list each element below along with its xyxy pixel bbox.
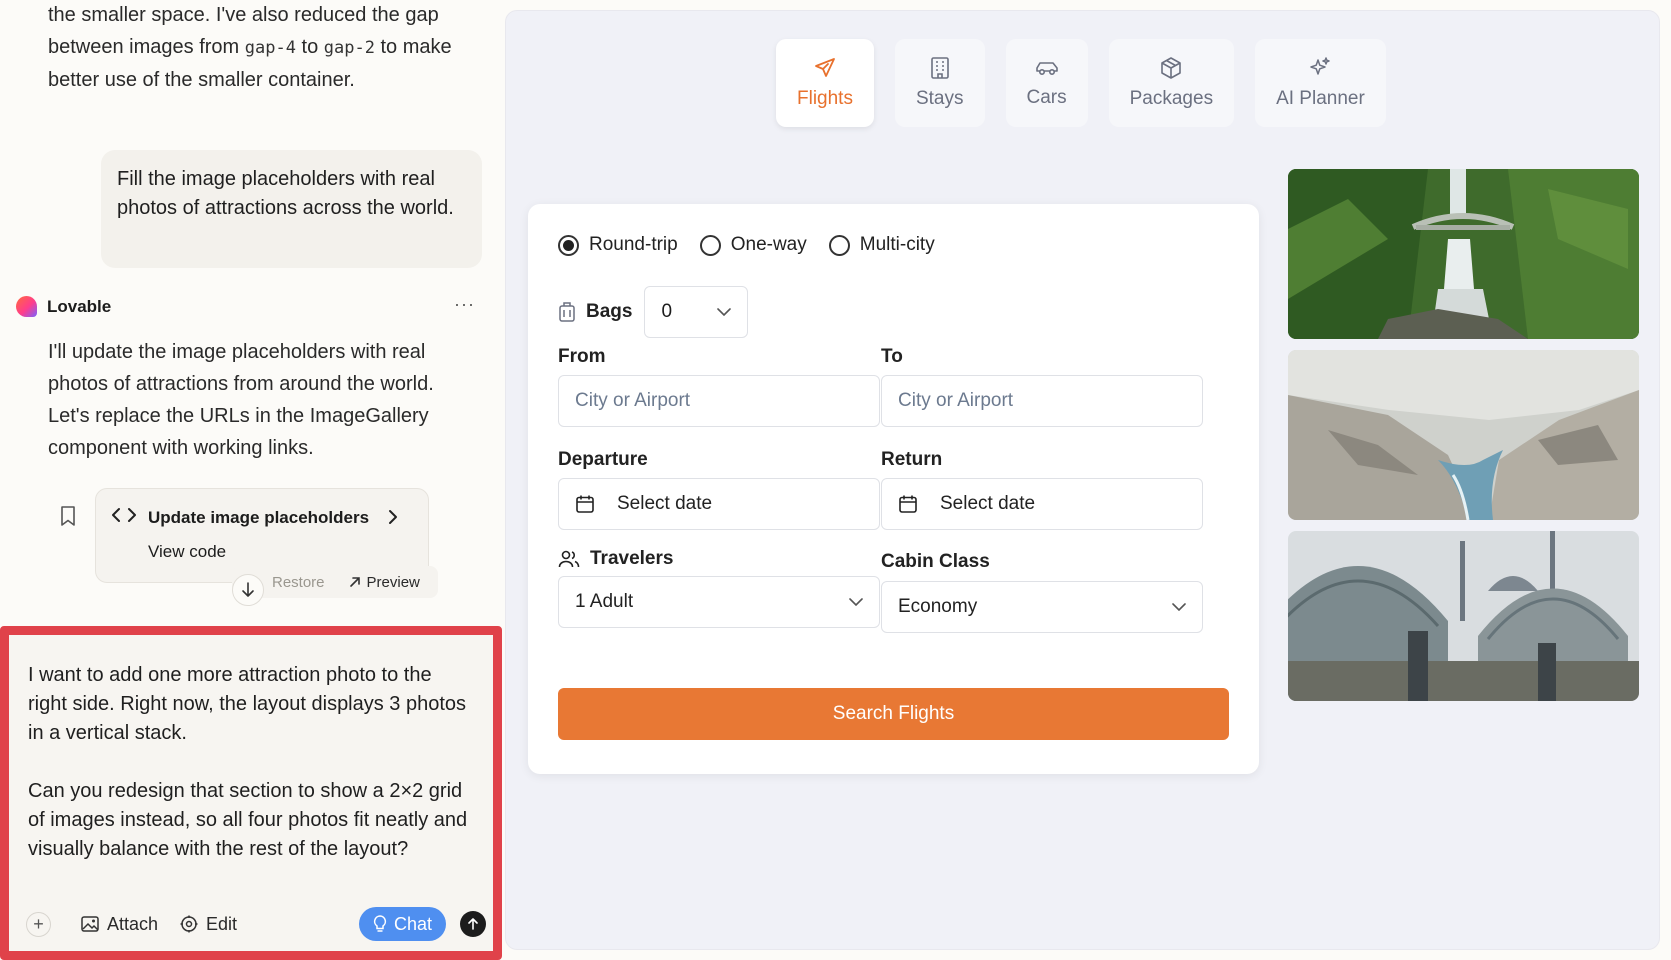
assistant-message-previous: the smaller space. I've also reduced the… xyxy=(48,4,452,91)
restore-button[interactable]: Restore xyxy=(272,574,325,591)
arrow-up-icon xyxy=(468,918,478,930)
prompt-input[interactable]: I want to add one more attraction photo … xyxy=(28,661,468,864)
image-icon xyxy=(81,916,99,932)
arrow-down-icon xyxy=(242,582,254,597)
preview-button[interactable]: Preview xyxy=(349,574,420,591)
image-gallery xyxy=(1288,169,1639,712)
search-flights-button[interactable]: Search Flights xyxy=(558,688,1229,740)
from-input[interactable]: City or Airport xyxy=(558,375,880,427)
tab-ai-planner[interactable]: AI Planner xyxy=(1255,39,1386,127)
tab-cars[interactable]: Cars xyxy=(1005,39,1088,127)
send-button[interactable] xyxy=(460,911,486,937)
radio-multi-city[interactable]: Multi-city xyxy=(828,234,935,256)
booking-tabs: Flights Stays Cars Packages AI Planner xyxy=(776,39,1386,127)
chevron-down-icon xyxy=(1172,603,1186,611)
tab-flights[interactable]: Flights xyxy=(776,39,874,127)
return-label: Return xyxy=(881,449,943,470)
view-code-link[interactable]: View code xyxy=(148,542,226,562)
radio-unchecked-icon xyxy=(828,234,850,256)
more-options-icon[interactable]: ··· xyxy=(454,294,475,315)
to-label: To xyxy=(881,346,903,367)
sparkles-icon xyxy=(1310,57,1331,75)
tab-stays[interactable]: Stays xyxy=(894,39,985,127)
radio-checked-icon xyxy=(558,234,579,256)
gallery-photo-canyon xyxy=(1288,350,1639,520)
plane-icon xyxy=(815,58,835,77)
travelers-select[interactable]: 1 Adult xyxy=(558,576,880,628)
tab-packages[interactable]: Packages xyxy=(1108,39,1235,127)
lovable-logo-icon xyxy=(16,296,37,317)
scroll-to-bottom-button[interactable] xyxy=(232,574,264,606)
user-message-bubble: Fill the image placeholders with real ph… xyxy=(101,150,482,268)
chevron-down-icon xyxy=(717,308,732,316)
chevron-right-icon xyxy=(388,509,398,530)
users-icon xyxy=(558,550,580,568)
cabin-class-label: Cabin Class xyxy=(881,551,990,572)
target-icon xyxy=(180,915,198,933)
calendar-icon xyxy=(898,494,918,514)
assistant-header: Lovable xyxy=(16,296,111,317)
plus-icon[interactable]: + xyxy=(26,911,51,937)
arrow-up-right-icon xyxy=(349,577,360,587)
car-icon xyxy=(1035,62,1058,76)
travelers-label: Travelers xyxy=(558,548,673,570)
gallery-photo-mosque xyxy=(1288,531,1639,701)
bags-row: Bags 0 xyxy=(558,286,749,338)
app-preview: Flights Stays Cars Packages AI Planner R… xyxy=(505,10,1660,950)
radio-one-way[interactable]: One-way xyxy=(699,234,807,256)
gallery-photo-waterfall xyxy=(1288,169,1639,339)
from-label: From xyxy=(558,346,606,367)
chat-input-box[interactable]: I want to add one more attraction photo … xyxy=(0,626,502,960)
chat-panel: the smaller space. I've also reduced the… xyxy=(0,0,505,960)
bags-label: Bags xyxy=(586,301,633,322)
code-icon xyxy=(112,507,136,528)
bags-select[interactable]: 0 xyxy=(644,286,749,338)
inline-code: gap-4 xyxy=(244,38,296,58)
flight-search-form: Round-trip One-way Multi-city Bags 0 Fro… xyxy=(528,204,1259,774)
trip-type-radios: Round-trip One-way Multi-city xyxy=(558,234,935,256)
departure-date-picker[interactable]: Select date xyxy=(558,478,880,530)
cabin-class-select[interactable]: Economy xyxy=(881,581,1203,633)
radio-round-trip[interactable]: Round-trip xyxy=(558,234,678,256)
input-toolbar: + Attach Edit Chat xyxy=(26,904,486,944)
package-icon xyxy=(1161,57,1182,79)
assistant-name: Lovable xyxy=(47,296,112,316)
chat-mode-button[interactable]: Chat xyxy=(358,907,446,941)
bookmark-icon[interactable] xyxy=(60,506,76,531)
attach-button[interactable]: Attach xyxy=(81,914,158,935)
edit-button[interactable]: Edit xyxy=(180,914,237,935)
radio-unchecked-icon xyxy=(699,234,721,256)
to-input[interactable]: City or Airport xyxy=(881,375,1203,427)
inline-code: gap-2 xyxy=(323,38,375,58)
assistant-message: I'll update the image placeholders with … xyxy=(48,341,434,459)
lightbulb-icon xyxy=(373,915,387,932)
departure-label: Departure xyxy=(558,449,648,470)
calendar-icon xyxy=(575,494,595,514)
return-date-picker[interactable]: Select date xyxy=(881,478,1203,530)
code-card-title: Update image placeholders xyxy=(148,507,370,527)
chevron-down-icon xyxy=(849,598,863,606)
building-icon xyxy=(930,57,949,79)
luggage-icon xyxy=(559,302,575,322)
